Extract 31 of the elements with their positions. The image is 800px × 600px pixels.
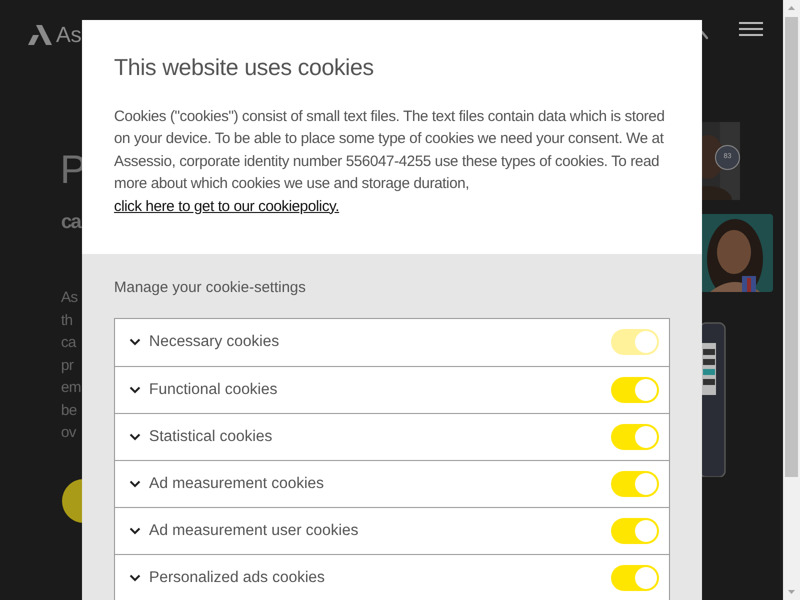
cookie-policy-link[interactable]: click here to get to our cookiepolicy. (114, 198, 340, 215)
scrollbar[interactable] (783, 0, 800, 600)
paragraph-line: As (61, 288, 78, 308)
chevron-icon[interactable] (129, 526, 141, 535)
dialog-text: Cookies ("cookies") consist of small text files. The text files contain data which is stored on your device. To be able to place some type of cookies we need your consent. We at Assessio, corporate identity number 556047-4255 use these types of cookies. To read more about which cookies we use and storage duration, click here to get to our cookiepolicy. (114, 106, 666, 217)
toggle-switch[interactable] (611, 564, 659, 591)
toggle-switch[interactable] (611, 518, 659, 544)
chevron-icon[interactable] (129, 432, 141, 441)
cookie-category-label[interactable]: Functional cookies (149, 378, 611, 402)
page-subheading: ca (61, 210, 80, 235)
paragraph-line: be (61, 400, 77, 420)
paragraph-line: th (61, 310, 73, 330)
dialog-title: This website uses cookies (114, 54, 375, 82)
chevron-icon[interactable] (129, 386, 141, 394)
logo-icon (28, 24, 52, 44)
chevron-icon[interactable] (129, 480, 141, 488)
menu-icon[interactable] (739, 22, 763, 36)
toggle-switch[interactable] (611, 376, 659, 403)
cookie-category-label[interactable]: Personalized ads cookies (149, 566, 611, 590)
settings-heading: Manage your cookie-settings (114, 278, 306, 298)
paragraph-line: ov (61, 423, 76, 443)
toggle-switch[interactable] (611, 470, 659, 497)
logo-text: As (56, 21, 82, 49)
chevron-icon[interactable] (129, 574, 141, 582)
cookie-category-label[interactable]: Ad measurement cookies (149, 472, 611, 496)
cookie-category-label[interactable]: Ad measurement user cookies (149, 518, 611, 542)
toggle-switch[interactable] (611, 424, 659, 450)
paragraph-line: ca (61, 333, 76, 353)
cookie-category-label[interactable]: Statistical cookies (149, 424, 611, 448)
paragraph-line: pr (61, 356, 74, 376)
paragraph-line: em (61, 378, 81, 398)
